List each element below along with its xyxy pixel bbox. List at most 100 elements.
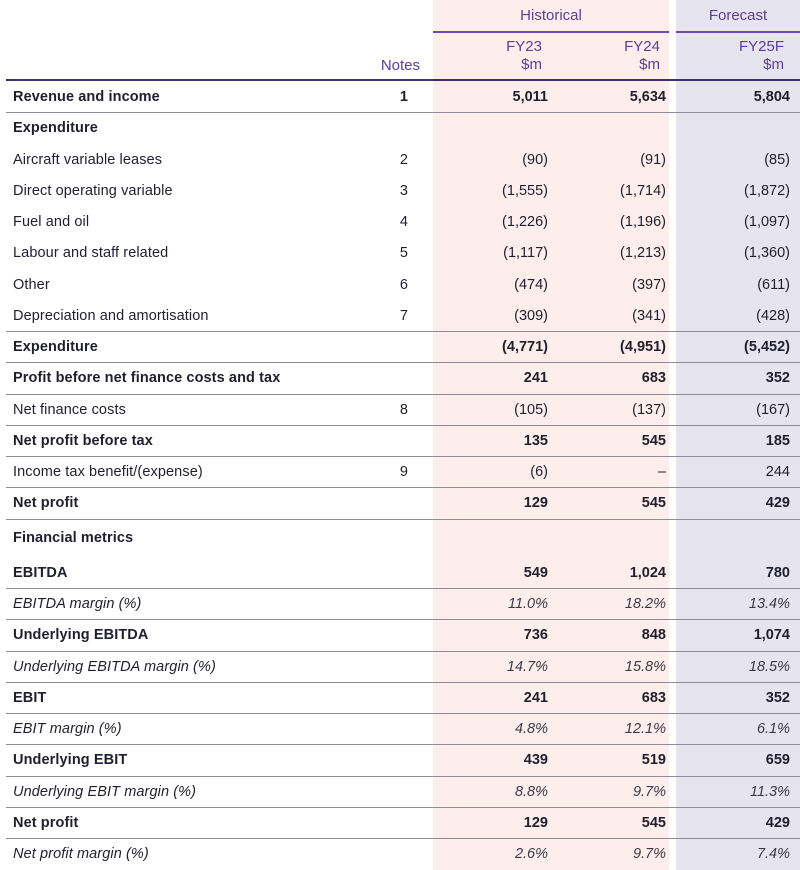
cell-fy25f: (1,360) [744,245,790,261]
table-row: Profit before net finance costs and tax 2… [6,362,800,395]
table-row: EBITDA margin (%) 11.0% 18.2% 13.4% [6,588,800,620]
column-header-year: FY24 [624,38,660,55]
table-row: Fuel and oil 4 (1,226) (1,196) (1,097) [6,206,800,237]
cell-fy24: 18.2% [624,595,666,612]
cell-fy25f: (167) [756,401,790,418]
cell-fy25f: 7.4% [756,845,790,862]
row-label: EBITDA [13,564,68,581]
cell-fy23: 736 [523,627,548,643]
table-row: Expenditure [6,112,800,144]
cell-fy24: 683 [641,370,666,386]
cell-fy23: 11.0% [507,595,548,612]
row-label: Profit before net finance costs and tax [13,370,281,386]
cell-fy23: (4,771) [502,338,548,355]
forecast-group-underline [676,31,800,33]
cell-fy25f: 659 [765,752,790,768]
cell-fy25f: 352 [765,370,790,386]
table-row: Net profit 129 545 429 [6,487,800,520]
cell-fy23: 8.8% [514,783,548,800]
column-header-fy25f: FY25F $m [676,38,784,74]
cell-fy24: 545 [641,432,666,449]
row-label: Depreciation and amortisation [13,307,209,324]
column-header-year: FY23 [506,38,542,55]
cell-fy23: 2.6% [514,845,548,862]
table-row: Net profit margin (%) 2.6% 9.7% 7.4% [6,838,800,869]
column-header-fy23: FY23 $m [430,38,542,74]
row-label: Other [13,276,50,293]
row-label: Underlying EBIT margin (%) [13,783,197,800]
table-row: Aircraft variable leases 2 (90) (91) (85) [6,144,800,175]
row-label: Net profit [13,814,79,831]
cell-fy24: (1,196) [620,213,666,230]
table-row: Depreciation and amortisation 7 (309) (341)… [6,300,800,332]
cell-fy23: (1,226) [502,213,548,230]
table-row: Net profit 129 545 429 [6,807,800,839]
row-label: Aircraft variable leases [13,151,163,168]
cell-fy24: 5,634 [629,88,666,105]
cell-fy25f: (428) [756,307,790,324]
row-label: Expenditure [13,120,98,136]
cell-fy25f: 780 [765,564,790,581]
cell-fy24: (1,213) [620,245,666,261]
cell-fy25f: 429 [765,495,790,511]
cell-fy23: 241 [523,370,548,386]
table-row: Income tax benefit/(expense) 9 (6) – 244 [6,456,800,488]
column-header-unit: $m [521,56,542,73]
cell-fy25f: 13.4% [748,595,790,612]
cell-fy24: (1,714) [620,182,666,199]
cell-fy24: (91) [640,151,666,168]
cell-fy24: 545 [641,495,666,511]
row-label: Labour and staff related [13,245,169,261]
row-label: EBIT [13,689,47,706]
cell-fy25f: 1,074 [753,627,790,643]
row-label: Net profit [13,495,79,511]
row-label: Direct operating variable [13,182,173,199]
cell-fy24: – [657,463,666,480]
cell-fy23: (1,117) [503,245,548,261]
cell-fy24: (4,951) [620,338,666,355]
cell-fy24: (137) [632,401,666,418]
row-note: 3 [399,182,408,199]
cell-fy24: 9.7% [632,845,666,862]
table-row: Direct operating variable 3 (1,555) (1,714)… [6,175,800,206]
row-label: Net profit before tax [13,432,153,449]
row-label: Expenditure [13,338,98,355]
table-row: Expenditure (4,771) (4,951) (5,452) [6,331,800,363]
cell-fy23: (6) [530,463,548,480]
row-label: EBITDA margin (%) [13,595,142,612]
table-row: Underlying EBITDA margin (%) 14.7% 15.8% 18… [6,651,800,683]
row-note: 9 [399,463,408,480]
cell-fy23: (105) [514,401,548,418]
cell-fy23: 241 [523,689,548,706]
table-row: Other 6 (474) (397) (611) [6,269,800,300]
cell-fy24: 15.8% [624,658,666,675]
cell-fy24: 848 [641,627,666,643]
table-row: Underlying EBITDA 736 848 1,074 [6,619,800,652]
cell-fy25f: 244 [765,463,790,480]
cell-fy25f: 352 [765,689,790,706]
row-label: Underlying EBIT [13,752,128,768]
historical-group-underline [433,31,669,33]
column-header-unit: $m [763,56,784,73]
cell-fy25f: 185 [765,432,790,449]
cell-fy24: 519 [641,752,666,768]
row-label: Financial metrics [13,530,134,546]
cell-fy25f: 18.5% [748,658,790,675]
table-row: EBITDA 549 1,024 780 [6,557,800,589]
cell-fy25f: (1,097) [744,213,790,230]
cell-fy23: 135 [523,432,548,449]
cell-fy25f: (1,872) [744,182,790,199]
cell-fy23: 549 [523,564,548,581]
table-row: EBIT 241 683 352 [6,682,800,714]
row-note: 5 [399,245,408,261]
row-note: 7 [399,307,408,324]
cell-fy23: 5,011 [512,88,549,105]
cell-fy24: 1,024 [629,564,666,581]
column-header-year: FY25F [738,38,784,55]
cell-fy25f: 429 [765,814,790,831]
cell-fy23: (1,555) [502,182,548,199]
cell-fy25f: (85) [764,151,790,168]
row-note: 6 [399,276,408,293]
cell-fy25f: 6.1% [756,720,790,737]
cell-fy23: 4.8% [514,720,548,737]
